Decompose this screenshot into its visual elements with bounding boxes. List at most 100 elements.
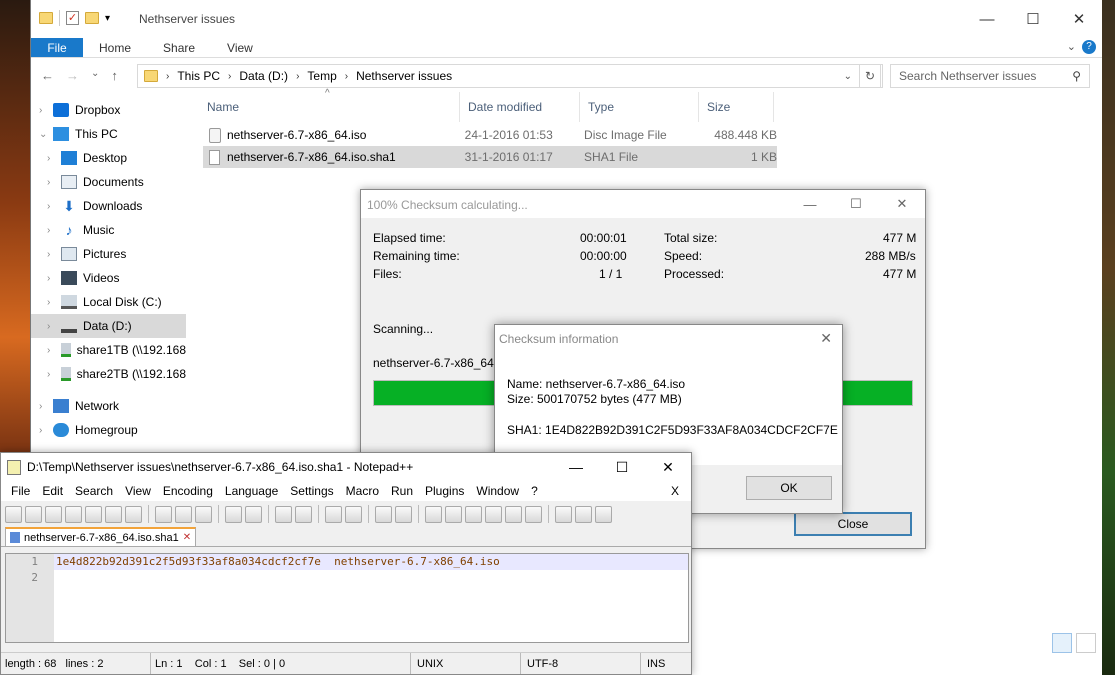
ok-button[interactable]: OK <box>746 476 832 500</box>
forward-arrow-icon[interactable]: → <box>66 68 79 83</box>
new-folder-icon[interactable] <box>85 12 99 24</box>
nav-item-this-pc[interactable]: ⌄ This PC <box>31 122 186 146</box>
search-icon[interactable]: ⚲ <box>1072 69 1081 83</box>
nav-item-homegroup[interactable]: › Homegroup <box>31 418 186 442</box>
menu-language[interactable]: Language <box>219 484 284 498</box>
maximize-button[interactable]: ☐ <box>599 453 645 481</box>
close-file-icon[interactable] <box>85 505 102 523</box>
menu-file[interactable]: File <box>5 484 36 498</box>
minimize-button[interactable]: — <box>553 453 599 481</box>
nav-item-videos[interactable]: › Videos <box>31 266 186 290</box>
breadcrumb-temp[interactable]: Temp <box>307 69 336 83</box>
large-icons-view-icon[interactable] <box>1076 633 1096 653</box>
open-file-icon[interactable] <box>25 505 42 523</box>
paste-icon[interactable] <box>195 505 212 523</box>
sync-horizontal-icon[interactable] <box>395 505 412 523</box>
zoom-out-icon[interactable] <box>345 505 362 523</box>
recent-locations-icon[interactable]: ⌄ <box>91 68 99 83</box>
back-arrow-icon[interactable]: ← <box>41 68 54 83</box>
stop-macro-icon[interactable] <box>575 505 592 523</box>
find-icon[interactable] <box>275 505 292 523</box>
maximize-button[interactable]: ☐ <box>1010 0 1056 38</box>
nav-item-documents[interactable]: › Documents <box>31 170 186 194</box>
breadcrumb-nethserver-issues[interactable]: Nethserver issues <box>356 69 452 83</box>
nav-item-share1tb[interactable]: › share1TB (\\192.168 <box>31 338 186 362</box>
nav-item-music[interactable]: › ♪ Music <box>31 218 186 242</box>
minimize-button[interactable]: — <box>787 190 833 218</box>
breadcrumb-data-d[interactable]: Data (D:) <box>239 69 288 83</box>
up-arrow-icon[interactable]: ↑ <box>111 68 118 83</box>
record-macro-icon[interactable] <box>555 505 572 523</box>
nav-item-desktop[interactable]: › Desktop <box>31 146 186 170</box>
redo-icon[interactable] <box>245 505 262 523</box>
expand-ribbon-icon[interactable]: ⌄ <box>1067 40 1076 54</box>
document-tab[interactable]: nethserver-6.7-x86_64.iso.sha1 ✕ <box>5 527 197 546</box>
nav-item-pictures[interactable]: › Pictures <box>31 242 186 266</box>
zoom-in-icon[interactable] <box>325 505 342 523</box>
menu-help[interactable]: ? <box>525 484 544 498</box>
search-input[interactable]: Search Nethserver issues ⚲ <box>890 64 1090 88</box>
column-header-date[interactable]: Date modified <box>460 92 580 122</box>
breadcrumb-this-pc[interactable]: This PC <box>177 69 220 83</box>
close-button[interactable]: ✕ <box>1056 0 1102 38</box>
doc-map-icon[interactable] <box>485 505 502 523</box>
close-button[interactable]: ✕ <box>645 453 691 481</box>
save-icon[interactable] <box>45 505 62 523</box>
help-icon[interactable]: ? <box>1082 40 1096 54</box>
column-header-type[interactable]: Type <box>580 92 699 122</box>
nav-item-share2tb[interactable]: › share2TB (\\192.168 <box>31 362 186 386</box>
folder-workspace-icon[interactable] <box>525 505 542 523</box>
print-icon[interactable] <box>125 505 142 523</box>
file-row-selected[interactable]: nethserver-6.7-x86_64.iso.sha1 31-1-2016… <box>203 146 777 168</box>
sync-vertical-icon[interactable] <box>375 505 392 523</box>
maximize-button[interactable]: ☐ <box>833 190 879 218</box>
close-dialog-button[interactable]: Close <box>794 512 912 536</box>
network-icon <box>53 399 69 413</box>
column-header-name[interactable]: Name <box>199 92 460 122</box>
tab-close-icon[interactable]: ✕ <box>183 532 191 543</box>
function-list-icon[interactable] <box>505 505 522 523</box>
close-all-icon[interactable] <box>105 505 122 523</box>
tab-file[interactable]: File <box>31 38 83 57</box>
customize-toolbar-icon[interactable]: ▾ <box>105 13 110 24</box>
menu-view[interactable]: View <box>119 484 157 498</box>
properties-icon[interactable]: ✓ <box>66 11 79 25</box>
save-all-icon[interactable] <box>65 505 82 523</box>
close-icon[interactable]: ✕ <box>820 330 832 347</box>
show-all-chars-icon[interactable] <box>445 505 462 523</box>
menu-macro[interactable]: Macro <box>340 484 385 498</box>
menu-encoding[interactable]: Encoding <box>157 484 219 498</box>
address-dropdown-icon[interactable]: ⌄ <box>844 71 852 82</box>
nav-item-data-d[interactable]: › Data (D:) <box>31 314 186 338</box>
close-button[interactable]: ✕ <box>879 190 925 218</box>
text-editor[interactable]: 1 2 1e4d822b92d391c2f5d93f33af8a034cdcf2… <box>5 553 689 643</box>
nav-item-network[interactable]: › Network <box>31 394 186 418</box>
cut-icon[interactable] <box>155 505 172 523</box>
menu-run[interactable]: Run <box>385 484 419 498</box>
nav-item-local-disk[interactable]: › Local Disk (C:) <box>31 290 186 314</box>
tab-home[interactable]: Home <box>83 38 147 57</box>
menu-settings[interactable]: Settings <box>284 484 339 498</box>
nav-item-downloads[interactable]: › ⬇ Downloads <box>31 194 186 218</box>
copy-icon[interactable] <box>175 505 192 523</box>
nav-item-dropbox[interactable]: › Dropbox <box>31 98 186 122</box>
tab-share[interactable]: Share <box>147 38 211 57</box>
tab-view[interactable]: View <box>211 38 269 57</box>
menu-plugins[interactable]: Plugins <box>419 484 470 498</box>
play-macro-icon[interactable] <box>595 505 612 523</box>
menu-search[interactable]: Search <box>69 484 119 498</box>
replace-icon[interactable] <box>295 505 312 523</box>
file-row[interactable]: nethserver-6.7-x86_64.iso 24-1-2016 01:5… <box>203 124 777 146</box>
word-wrap-icon[interactable] <box>425 505 442 523</box>
address-bar[interactable]: › This PC › Data (D:) › Temp › Nethserve… <box>137 64 883 88</box>
undo-icon[interactable] <box>225 505 242 523</box>
menu-edit[interactable]: Edit <box>36 484 69 498</box>
close-document-icon[interactable]: X <box>665 484 685 498</box>
menu-window[interactable]: Window <box>470 484 525 498</box>
refresh-icon[interactable]: ↻ <box>859 64 881 88</box>
minimize-button[interactable]: — <box>964 0 1010 38</box>
details-view-icon[interactable] <box>1052 633 1072 653</box>
indent-guide-icon[interactable] <box>465 505 482 523</box>
column-header-size[interactable]: Size <box>699 92 774 122</box>
new-file-icon[interactable] <box>5 505 22 523</box>
